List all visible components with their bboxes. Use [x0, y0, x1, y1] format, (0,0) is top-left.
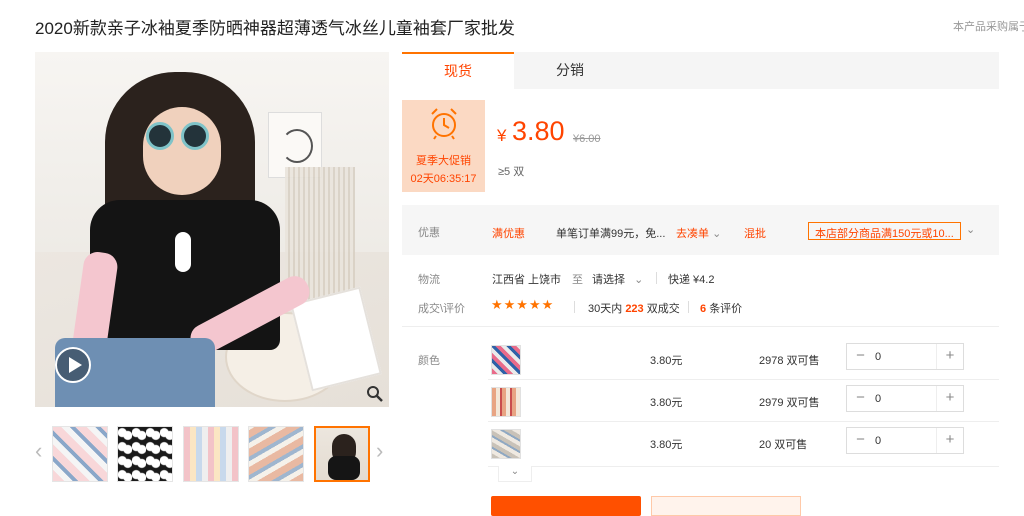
thumbnail[interactable] — [117, 426, 173, 482]
coupon-expand-icon[interactable]: ⌄ — [966, 223, 975, 236]
variant-swatch[interactable] — [491, 345, 521, 375]
thumb-next-icon[interactable]: › — [376, 440, 383, 462]
buy-now-button[interactable] — [491, 496, 641, 516]
current-price: 3.80 — [512, 116, 565, 146]
quantity-stepper: − + — [846, 385, 964, 412]
deals-count: 30天内 223 双成交 — [588, 303, 680, 315]
rating-stars: ★★★★★ — [491, 297, 555, 312]
variant-price: 3.80元 — [650, 355, 683, 367]
variant-row: 3.80元 2978 双可售 − + — [402, 338, 999, 380]
variant-row: 3.80元 2979 双可售 − + — [402, 380, 999, 422]
express-fee: 快递 ¥4.2 — [668, 274, 715, 286]
quantity-input[interactable] — [875, 431, 935, 450]
variant-row: 3.80元 20 双可售 − + — [402, 422, 999, 464]
video-play-icon[interactable] — [55, 347, 91, 383]
reviews-link[interactable]: 6 条评价 — [700, 300, 742, 316]
price-block: 夏季大促销 02天06:35:17 ¥ 3.80 ¥6.00 ≥5 双 — [402, 100, 999, 192]
minus-button[interactable]: − — [847, 386, 874, 411]
promo-countdown: 02天06:35:17 — [410, 173, 477, 185]
quantity-input[interactable] — [875, 347, 935, 366]
thumbnail-strip: ‹ › — [35, 424, 389, 484]
variant-swatch[interactable] — [491, 387, 521, 417]
ship-to-select[interactable]: 请选择 ⌄ — [592, 271, 643, 287]
expand-variants-icon[interactable]: ⌄ — [498, 466, 532, 482]
product-title: 2020新款亲子冰袖夏季防晒神器超薄透气冰丝儿童袖套厂家批发 — [35, 19, 515, 38]
chevron-down-icon: ⌄ — [712, 228, 722, 240]
minus-button[interactable]: − — [847, 428, 874, 453]
tab-spot[interactable]: 现货 — [402, 52, 514, 89]
min-order: ≥5 双 — [498, 166, 525, 178]
tab-bar: 现货 分销 — [402, 52, 999, 89]
currency-symbol: ¥ — [497, 126, 507, 145]
minus-button[interactable]: − — [847, 344, 874, 369]
add-to-cart-button[interactable] — [651, 496, 801, 516]
original-price: ¥6.00 — [573, 133, 601, 145]
variant-price: 3.80元 — [650, 397, 683, 409]
discount-text: 单笔订单满99元，免... — [556, 228, 666, 240]
quantity-input[interactable] — [875, 389, 935, 408]
plus-button[interactable]: + — [936, 428, 963, 453]
alarm-clock-icon — [431, 108, 457, 140]
report-link[interactable]: 本产品采购属于 — [953, 18, 1024, 34]
thumbnail[interactable] — [183, 426, 239, 482]
thumbnail-active[interactable] — [314, 426, 370, 482]
variant-stock: 2979 双可售 — [759, 397, 820, 409]
thumbnail[interactable] — [248, 426, 304, 482]
variant-swatch[interactable] — [491, 429, 521, 459]
plus-button[interactable]: + — [936, 344, 963, 369]
discount-tag-mixed: 混批 — [744, 228, 766, 240]
main-product-image[interactable] — [35, 52, 389, 407]
ship-to-word: 至 — [572, 274, 583, 286]
ship-from: 江西省 上饶市 — [492, 274, 562, 286]
deals-label: 成交\评价 — [418, 303, 466, 315]
zoom-icon[interactable] — [366, 385, 384, 403]
thumb-prev-icon[interactable]: ‹ — [35, 440, 42, 462]
tab-distribution[interactable]: 分销 — [514, 52, 626, 89]
variant-stock: 2978 双可售 — [759, 355, 820, 367]
thumbnail[interactable] — [52, 426, 108, 482]
plus-button[interactable]: + — [936, 386, 963, 411]
discount-label: 优惠 — [418, 227, 440, 239]
discount-tag-full: 满优惠 — [492, 228, 525, 240]
promo-badge: 夏季大促销 02天06:35:17 — [402, 100, 485, 192]
logistics-label: 物流 — [418, 274, 440, 286]
add-more-link[interactable]: 去凑单 ⌄ — [676, 225, 721, 241]
variant-price: 3.80元 — [650, 439, 683, 451]
chevron-down-icon: ⌄ — [634, 274, 644, 286]
coupon-badge[interactable]: 本店部分商品满150元或10... — [808, 222, 961, 240]
promo-label: 夏季大促销 — [416, 155, 471, 167]
variant-stock: 20 双可售 — [759, 439, 808, 451]
quantity-stepper: − + — [846, 427, 964, 454]
quantity-stepper: − + — [846, 343, 964, 370]
